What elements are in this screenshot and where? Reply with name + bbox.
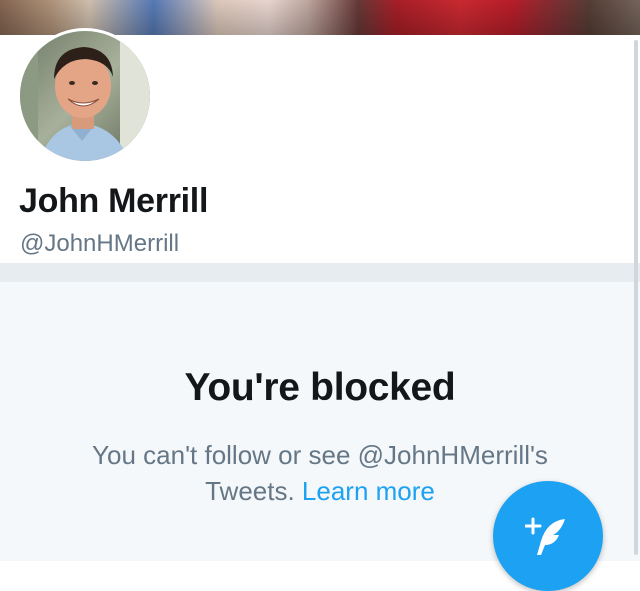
compose-tweet-button[interactable]	[493, 481, 603, 591]
profile-avatar[interactable]	[17, 28, 153, 164]
blocked-title: You're blocked	[184, 366, 456, 409]
profile-handle: @JohnHMerrill	[20, 230, 180, 257]
profile-name: John Merrill	[19, 182, 209, 220]
blocked-message-line1: You can't follow or see @JohnHMerrill's	[92, 440, 548, 470]
compose-tweet-icon	[525, 517, 565, 555]
scrollbar[interactable]	[634, 40, 638, 555]
section-divider	[0, 263, 640, 282]
learn-more-link[interactable]: Learn more	[302, 476, 435, 506]
blocked-message-line2: Tweets.	[205, 476, 295, 506]
profile-card: John Merrill @JohnHMerrill	[0, 28, 640, 263]
